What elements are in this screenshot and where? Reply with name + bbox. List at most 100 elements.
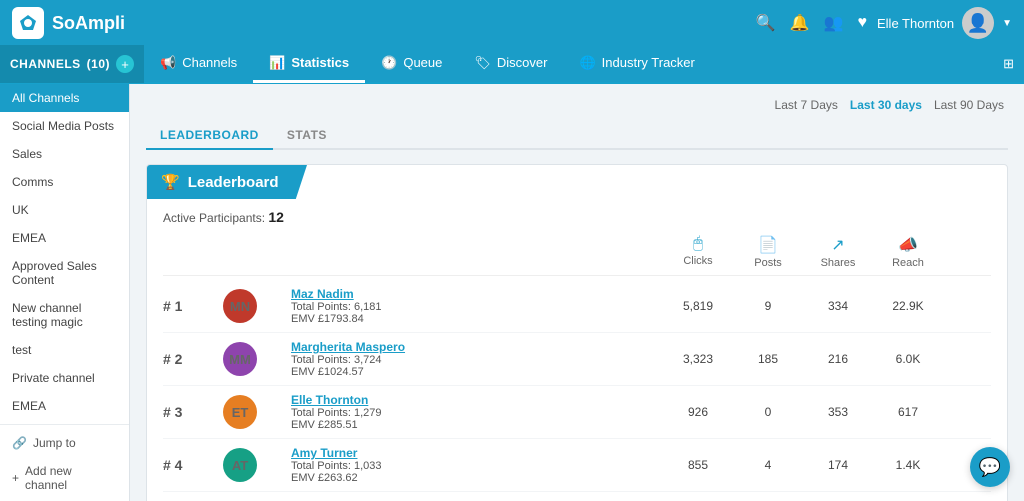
statistics-tab-label: Statistics (291, 55, 349, 70)
shares-col-icon: ↗ (831, 235, 844, 255)
posts-2: 185 (733, 352, 803, 366)
date-option-30[interactable]: Last 30 days (846, 96, 926, 114)
posts-col-icon: 📄 (758, 235, 778, 255)
channels-tab-icon: 📢 (160, 55, 176, 71)
user-area[interactable]: Elle Thornton 👤 ▼ (877, 7, 1012, 39)
user-name-1[interactable]: Maz Nadim (291, 287, 663, 301)
content-area: Last 7 Days Last 30 days Last 90 Days LE… (130, 84, 1024, 501)
tab-statistics[interactable]: 📊 Statistics (253, 45, 365, 83)
sidebar-item-label: EMEA (12, 231, 46, 245)
leaderboard-column-headers: 🖱 Clicks 📄 Posts ↗ Shares 📣 Reach (163, 235, 991, 276)
bell-icon[interactable]: 🔔 (790, 13, 810, 33)
sub-nav: CHANNELS (10) + 📢 Channels 📊 Statistics … (0, 46, 1024, 84)
user-avatar: 👤 (962, 7, 994, 39)
sidebar-item-uk[interactable]: UK (0, 196, 129, 224)
posts-3: 0 (733, 405, 803, 419)
queue-tab-label: Queue (403, 55, 442, 70)
reach-2: 6.0K (873, 352, 943, 366)
clicks-1: 5,819 (663, 299, 733, 313)
posts-1: 9 (733, 299, 803, 313)
sidebar-item-emea2[interactable]: EMEA (0, 392, 129, 420)
sidebar-item-label: UK (12, 203, 29, 217)
jump-label: Jump to (33, 436, 76, 450)
clicks-2: 3,323 (663, 352, 733, 366)
leaderboard-body: Active Participants: 12 🖱 Clicks 📄 Posts (147, 199, 1007, 501)
shares-3: 353 (803, 405, 873, 419)
sidebar-action-add[interactable]: + Add new channel (0, 457, 129, 499)
rank-2: # 2 (163, 351, 223, 367)
content-tabs: LEADERBOARD STATS (146, 122, 1008, 150)
user-name-3[interactable]: Elle Thornton (291, 393, 663, 407)
sidebar-item-all-channels[interactable]: All Channels (0, 84, 129, 112)
date-option-90[interactable]: Last 90 Days (930, 96, 1008, 114)
posts-4: 4 (733, 458, 803, 472)
col-header-shares: ↗ Shares (803, 235, 873, 269)
sidebar-action-jump[interactable]: 🔗 Jump to (0, 429, 129, 457)
user-emv-2: EMV £1024.57 (291, 366, 663, 378)
rank-1: # 1 (163, 298, 223, 314)
industry-tab-icon: 🌐 (579, 55, 595, 71)
leaderboard-title: Leaderboard (188, 174, 279, 191)
date-option-7[interactable]: Last 7 Days (771, 96, 842, 114)
users-icon[interactable]: 👥 (824, 13, 844, 33)
user-name: Elle Thornton (877, 16, 954, 31)
add-icon: + (12, 471, 19, 485)
tab-queue[interactable]: 🕐 Queue (365, 45, 458, 83)
chat-bubble[interactable]: 💬 (970, 447, 1010, 487)
jump-icon: 🔗 (12, 436, 27, 450)
active-participants-count: 12 (268, 209, 284, 225)
tab-industry[interactable]: 🌐 Industry Tracker (563, 45, 710, 83)
user-info-4: Amy Turner Total Points: 1,033 EMV £263.… (283, 446, 663, 484)
avatar-3: ET (223, 395, 257, 429)
sidebar-item-test[interactable]: test (0, 336, 129, 364)
sidebar-item-label: Comms (12, 175, 53, 189)
user-name-2[interactable]: Margherita Maspero (291, 340, 663, 354)
table-row: # 3 ET Elle Thornton Total Points: 1,279… (163, 386, 991, 439)
tab-channels[interactable]: 📢 Channels (144, 45, 253, 83)
date-filter: Last 7 Days Last 30 days Last 90 Days (146, 96, 1008, 114)
reach-4: 1.4K (873, 458, 943, 472)
leaderboard-rows: # 1 MN Maz Nadim Total Points: 6,181 EMV… (163, 280, 991, 501)
user-name-4[interactable]: Amy Turner (291, 446, 663, 460)
sidebar-item-label: EMEA (12, 399, 46, 413)
sidebar-item-label: Social Media Posts (12, 119, 114, 133)
heart-icon[interactable]: ♥ (858, 14, 868, 32)
main-layout: All Channels Social Media Posts Sales Co… (0, 84, 1024, 501)
leaderboard-header: 🏆 Leaderboard (147, 165, 307, 199)
user-emv-1: EMV £1793.84 (291, 313, 663, 325)
sidebar-item-sales[interactable]: Sales (0, 140, 129, 168)
tab-leaderboard[interactable]: LEADERBOARD (146, 122, 273, 150)
table-row: # 4 AT Amy Turner Total Points: 1,033 EM… (163, 439, 991, 492)
user-points-2: Total Points: 3,724 (291, 354, 663, 366)
add-channel-button[interactable]: + (116, 55, 134, 73)
user-chevron-icon: ▼ (1002, 18, 1012, 29)
grid-view-icon[interactable]: ⊞ (1003, 56, 1014, 72)
active-participants-label: Active Participants: (163, 211, 265, 225)
user-points-4: Total Points: 1,033 (291, 460, 663, 472)
col-header-posts: 📄 Posts (733, 235, 803, 269)
user-points-3: Total Points: 1,279 (291, 407, 663, 419)
user-points-1: Total Points: 6,181 (291, 301, 663, 313)
sidebar-item-private[interactable]: Private channel (0, 364, 129, 392)
channels-header: CHANNELS (10) + (0, 45, 144, 83)
sidebar-item-label: Private channel (12, 371, 95, 385)
clicks-col-label: Clicks (683, 255, 712, 267)
sidebar-item-social-media[interactable]: Social Media Posts (0, 112, 129, 140)
tab-stats[interactable]: STATS (273, 122, 341, 148)
trophy-icon: 🏆 (161, 173, 180, 191)
avatar-2: MM (223, 342, 257, 376)
sidebar-item-new-channel[interactable]: New channel testing magic (0, 294, 129, 336)
search-icon[interactable]: 🔍 (756, 13, 776, 33)
sidebar-item-approved-sales[interactable]: Approved Sales Content (0, 252, 129, 294)
industry-tab-label: Industry Tracker (602, 55, 695, 70)
sidebar-item-emea[interactable]: EMEA (0, 224, 129, 252)
discover-tab-icon: 🏷 (474, 55, 491, 71)
shares-2: 216 (803, 352, 873, 366)
user-emv-3: EMV £285.51 (291, 419, 663, 431)
tab-discover[interactable]: 🏷 Discover (458, 45, 563, 83)
sub-nav-tabs: 📢 Channels 📊 Statistics 🕐 Queue 🏷 Discov… (144, 45, 711, 83)
table-row: # 5 CS Charlotte Smith Total Points: 246… (163, 492, 991, 501)
shares-col-label: Shares (821, 257, 856, 269)
sidebar-item-comms[interactable]: Comms (0, 168, 129, 196)
active-participants: Active Participants: 12 (163, 209, 991, 225)
